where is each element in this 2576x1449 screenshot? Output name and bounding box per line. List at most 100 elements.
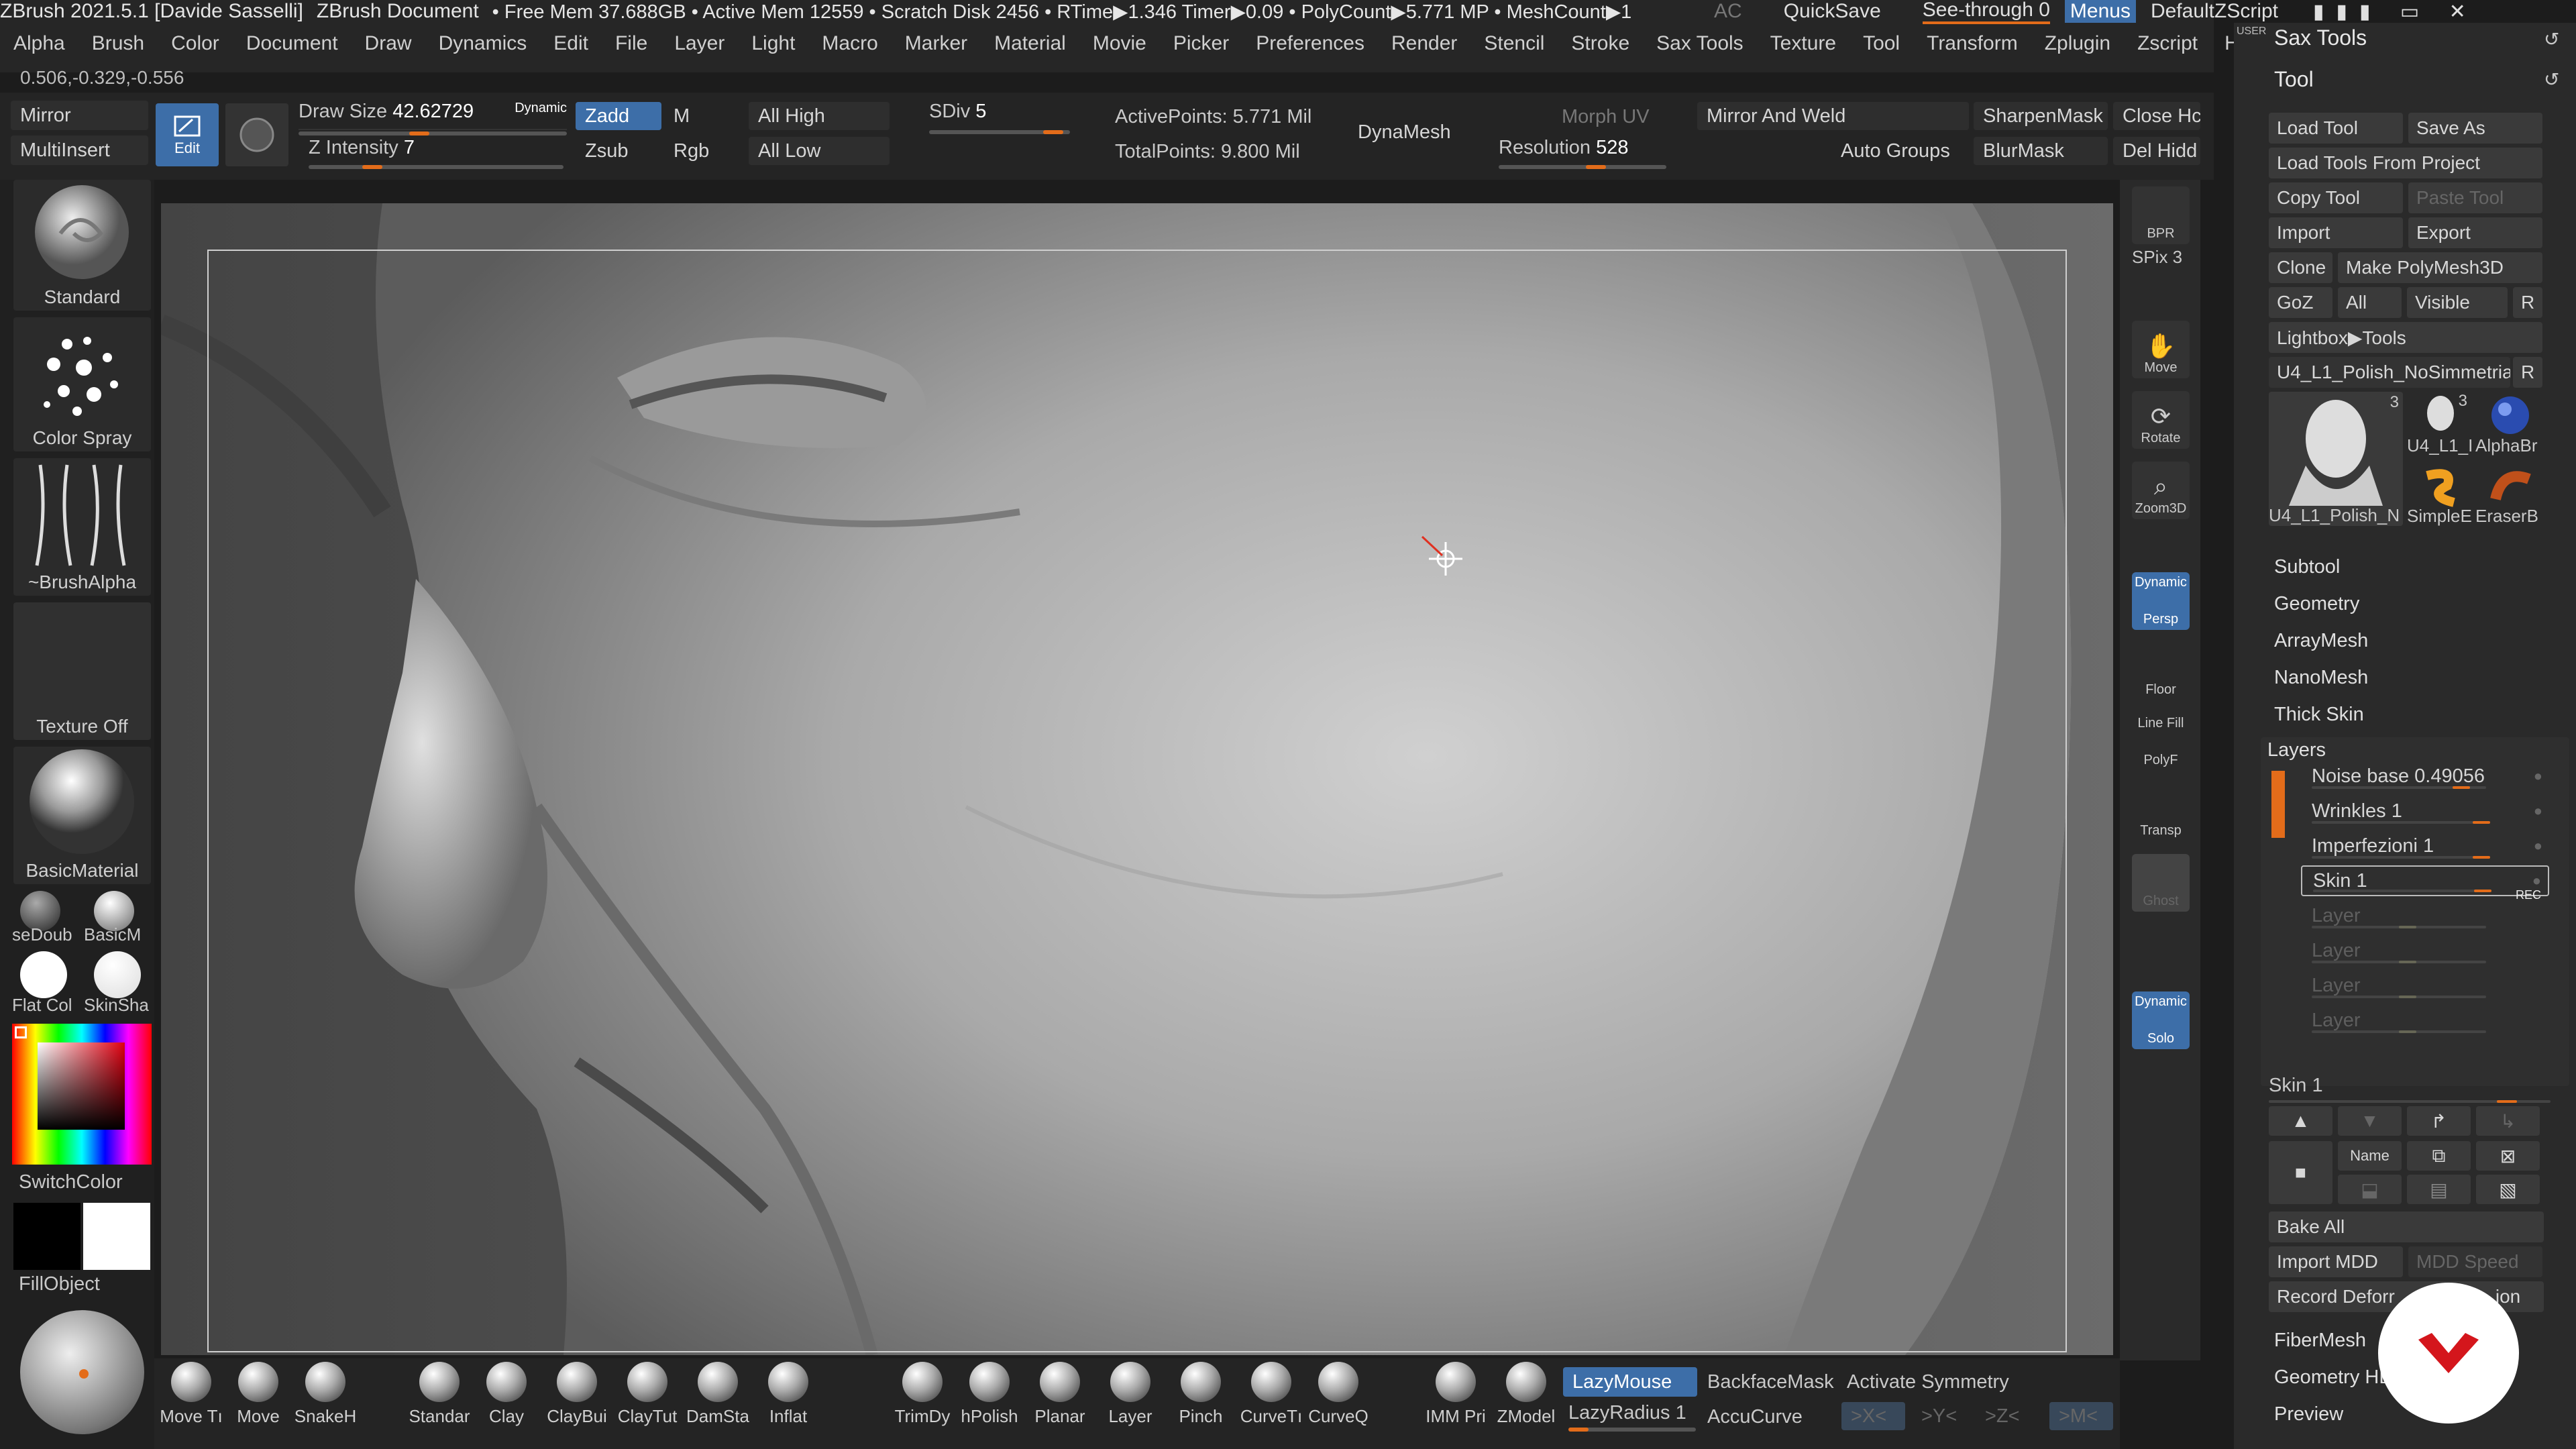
spix-slider[interactable]: SPix 3 [2132, 247, 2182, 268]
brush-standar[interactable]: Standar [406, 1362, 473, 1442]
brush-move-t-[interactable]: Move Tı [158, 1362, 225, 1442]
del-hidden-button[interactable]: Del Hidd [2113, 137, 2200, 165]
menu-layer[interactable]: Layer [661, 32, 738, 55]
polyf-button[interactable]: Line Fill PolyF [2132, 713, 2190, 771]
brush-layer[interactable]: Layer [1097, 1362, 1164, 1442]
texture-thumbnail[interactable]: Texture Off [13, 602, 151, 740]
brush-claybui[interactable]: ClayBui [543, 1362, 610, 1442]
layer-row[interactable]: Skin 1 ● [2301, 865, 2549, 896]
brush-snakeh[interactable]: SnakeH [292, 1362, 359, 1442]
copy-tool-button[interactable]: Copy Tool [2269, 182, 2403, 213]
brush-hpolish[interactable]: hPolish [956, 1362, 1023, 1442]
mirror-button[interactable]: Mirror [11, 101, 148, 130]
layer-row[interactable]: Layer [2301, 935, 2549, 966]
layer-up-icon[interactable]: ▲ [2269, 1106, 2332, 1136]
layer-new-icon[interactable]: ■ [2269, 1141, 2332, 1204]
bpr-button[interactable]: BPR [2132, 186, 2190, 244]
rotate-view-button[interactable]: ⟳ Rotate [2132, 391, 2190, 449]
tool-thumbnail-d[interactable]: SimpleE [2407, 462, 2474, 529]
brush-curvet-[interactable]: CurveTı [1238, 1362, 1305, 1442]
blur-mask-button[interactable]: BlurMask [1974, 137, 2108, 165]
activate-symmetry-button[interactable]: Activate Symmetry [1847, 1371, 2009, 1393]
multiinsert-button[interactable]: MultiInsert [11, 136, 148, 165]
tool-thumbnail-c[interactable]: AlphaBr [2475, 392, 2546, 459]
layer-name-button[interactable]: Name [2338, 1141, 2402, 1171]
layer-doc-icon[interactable]: ▧ [2476, 1175, 2540, 1204]
stroke-thumbnail[interactable]: Color Spray [13, 317, 151, 451]
sax-tools-header[interactable]: Sax Tools [2274, 25, 2367, 50]
import-button[interactable]: Import [2269, 217, 2403, 248]
solo-button[interactable]: Dynamic Solo [2132, 991, 2190, 1049]
all-low-button[interactable]: All Low [749, 137, 890, 165]
window-controls[interactable]: ▮▮▮ ▭ ✕ [2313, 0, 2478, 23]
edit-button[interactable]: Edit [156, 103, 219, 166]
material-thumbnail[interactable]: BasicMaterial [13, 747, 151, 884]
m-button[interactable]: M [664, 102, 731, 130]
goz-r-button[interactable]: R [2513, 287, 2542, 318]
menu-draw[interactable]: Draw [352, 32, 425, 55]
goz-visible-button[interactable]: Visible [2407, 287, 2508, 318]
clone-button[interactable]: Clone [2269, 252, 2332, 283]
brush-imm-pri[interactable]: IMM Pri [1422, 1362, 1489, 1442]
menu-texture[interactable]: Texture [1757, 32, 1849, 55]
brush-pinch[interactable]: Pinch [1167, 1362, 1234, 1442]
brush-zmodel[interactable]: ZModel [1493, 1362, 1560, 1442]
skin-layer-slider[interactable]: Skin 1 [2269, 1075, 2551, 1103]
menu-preferences[interactable]: Preferences [1242, 32, 1378, 55]
goz-all-button[interactable]: All [2338, 287, 2402, 318]
main-color-swatch[interactable] [13, 1203, 80, 1270]
goz-button[interactable]: GoZ [2269, 287, 2332, 318]
tool-thumbnail-b[interactable]: 3 U4_L1_I [2407, 392, 2474, 459]
layer-copy-icon[interactable]: ⧉ [2407, 1141, 2471, 1171]
brush-planar[interactable]: Planar [1026, 1362, 1093, 1442]
layer-visibility-icon[interactable]: ● [2534, 767, 2542, 785]
export-button[interactable]: Export [2408, 217, 2542, 248]
ghost-button[interactable]: Ghost [2132, 854, 2190, 912]
auto-groups-button[interactable]: Auto Groups [1831, 137, 1966, 165]
layer-row[interactable]: Wrinkles 1 ● [2301, 796, 2549, 826]
all-high-button[interactable]: All High [749, 102, 890, 130]
morph-uv-button[interactable]: Morph UV [1562, 106, 1650, 128]
menu-dynamics[interactable]: Dynamics [425, 32, 541, 55]
brush-trimdy[interactable]: TrimDy [889, 1362, 956, 1442]
z-intensity-slider[interactable]: Z Intensity 7 [309, 137, 564, 169]
accucurve-button[interactable]: AccuCurve [1707, 1406, 1803, 1428]
arraymesh-section[interactable]: ArrayMesh [2274, 630, 2368, 652]
navigation-sphere[interactable] [20, 1310, 144, 1434]
floor-button[interactable]: Floor [2132, 643, 2190, 700]
brush-claytut[interactable]: ClayTut [614, 1362, 681, 1442]
lightbox-tools-button[interactable]: Lightbox▶Tools [2269, 322, 2542, 353]
draw-size-slider[interactable]: Draw Size 42.62729 Dynamic [299, 101, 567, 136]
layer-merge-icon[interactable]: ↳ [2476, 1106, 2540, 1136]
resolution-slider[interactable]: Resolution 528 [1499, 137, 1666, 169]
brush-thumbnail[interactable]: Standard [13, 180, 151, 311]
layer-delete-icon[interactable]: ⊠ [2476, 1141, 2540, 1171]
material-swatch-4[interactable] [94, 951, 141, 998]
alpha-thumbnail[interactable]: ~BrushAlpha [13, 458, 151, 596]
lazyradius-slider[interactable]: LazyRadius 1 [1568, 1402, 1703, 1432]
layer-group-icon[interactable]: ▤ [2407, 1175, 2471, 1204]
tool-thumbnail-e[interactable]: EraserB [2475, 462, 2546, 529]
current-tool-r-button[interactable]: R [2513, 357, 2542, 388]
current-tool-slider[interactable]: U4_L1_Polish_NoSimmetria. [2269, 357, 2510, 388]
menu-movie[interactable]: Movie [1079, 32, 1160, 55]
bake-all-button[interactable]: Bake All [2269, 1212, 2544, 1242]
secondary-color-swatch[interactable] [83, 1203, 150, 1270]
nanomesh-section[interactable]: NanoMesh [2274, 667, 2368, 689]
brush-inflat[interactable]: Inflat [755, 1362, 822, 1442]
load-tools-from-project-button[interactable]: Load Tools From Project [2269, 148, 2542, 178]
menu-brush[interactable]: Brush [78, 32, 158, 55]
layer-row[interactable]: Layer [2301, 970, 2549, 1001]
menu-macro[interactable]: Macro [808, 32, 891, 55]
subtool-section[interactable]: Subtool [2274, 556, 2340, 578]
mdd-speed-slider[interactable]: MDD Speed [2408, 1246, 2542, 1277]
dynamesh-button[interactable]: DynaMesh [1348, 113, 1483, 152]
material-swatch-3[interactable] [20, 951, 67, 998]
menu-file[interactable]: File [602, 32, 661, 55]
switch-color-button[interactable]: SwitchColor [19, 1171, 123, 1193]
tool-reset-icon[interactable]: ↺ [2544, 68, 2559, 91]
mirror-and-weld-button[interactable]: Mirror And Weld [1697, 102, 1969, 130]
geometry-section[interactable]: Geometry [2274, 593, 2359, 615]
backface-mask-button[interactable]: BackfaceMask [1707, 1371, 1834, 1393]
rgb-button[interactable]: Rgb [664, 137, 731, 165]
